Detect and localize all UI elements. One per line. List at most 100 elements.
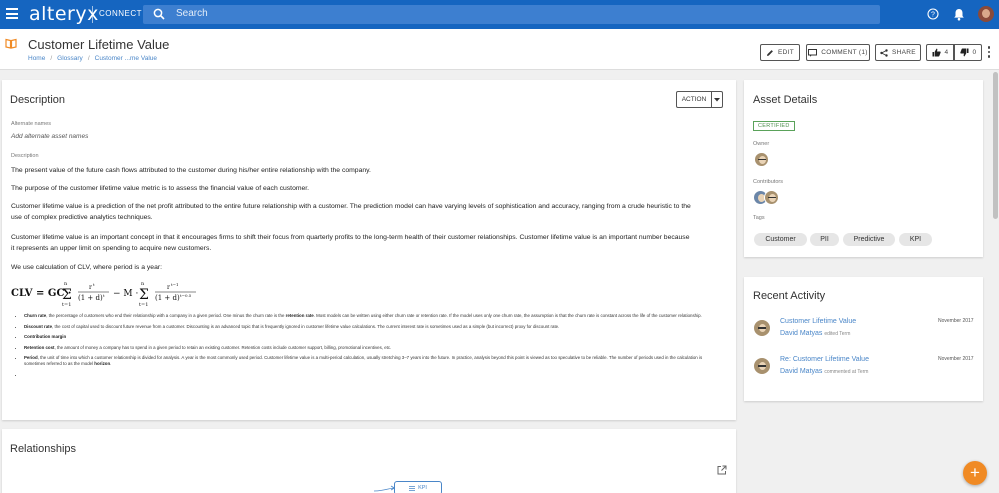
relationship-node-kpi[interactable]: KPI: [394, 481, 442, 493]
like-count: 4: [944, 49, 949, 56]
svg-text:− M ·: − M ·: [113, 289, 138, 299]
list-item: Churn rate, the percentage of customers …: [24, 313, 714, 319]
share-button[interactable]: SHARE: [875, 44, 921, 61]
clv-formula: CLV = GC · n Σ t=1 rt (1 + d) t − M · n Σ…: [11, 281, 196, 308]
share-icon: [880, 48, 888, 57]
dislike-button[interactable]: 0: [954, 44, 982, 61]
description-paragraph: We use calculation of CLV, where period …: [11, 264, 162, 271]
activity-user[interactable]: David Matyas edited Term: [780, 330, 850, 337]
activity-user[interactable]: David Matyas commented at Term: [780, 368, 868, 375]
user-avatar[interactable]: [978, 6, 994, 22]
comment-label: COMMENT (1): [821, 49, 868, 56]
svg-text:(1 + d): (1 + d): [155, 294, 180, 302]
breadcrumb-home[interactable]: Home: [28, 55, 45, 62]
list-item: Discount rate, the cost of capital used …: [24, 324, 714, 330]
notifications-bell-icon[interactable]: [953, 8, 965, 21]
description-paragraph: Customer lifetime value is a prediction …: [11, 203, 691, 221]
page-title: Customer Lifetime Value: [28, 37, 170, 52]
owner-avatar[interactable]: [754, 152, 769, 167]
search-icon: [153, 8, 165, 20]
activity-action: commented at Term: [824, 369, 869, 375]
svg-text:t=1: t=1: [139, 302, 148, 308]
list-item: Period, the unit of time into which a cu…: [24, 355, 714, 367]
activity-link[interactable]: Customer Lifetime Value: [780, 318, 856, 325]
hamburger-menu-icon[interactable]: [6, 8, 18, 19]
contributors-label: Contributors: [753, 179, 783, 185]
pencil-icon: [766, 49, 773, 56]
alternate-names-input[interactable]: Add alternate asset names: [11, 133, 88, 140]
svg-text:Σ: Σ: [139, 287, 149, 303]
svg-text:r: r: [167, 284, 170, 291]
thumbs-down-icon: [959, 48, 969, 57]
glossary-book-icon: [5, 38, 17, 49]
tag-pii[interactable]: PII: [810, 233, 839, 246]
contributor-avatar[interactable]: [764, 190, 779, 205]
comment-button[interactable]: COMMENT (1): [806, 44, 870, 61]
activity-date: November 2017: [938, 356, 974, 362]
open-external-icon[interactable]: [717, 465, 727, 475]
breadcrumb: Home / Glossary / Customer ...me Value: [28, 55, 158, 62]
svg-text:Σ: Σ: [62, 287, 72, 303]
relationship-node-label: KPI: [418, 485, 427, 491]
description-label: Description: [11, 153, 39, 159]
svg-text:t: t: [93, 282, 95, 287]
page-scrollbar[interactable]: [992, 70, 999, 493]
top-bar: alteryx CONNECT Search ?: [0, 0, 999, 29]
product-label: CONNECT: [99, 9, 143, 18]
list-item: [24, 372, 714, 378]
comment-icon: [808, 48, 818, 57]
help-icon[interactable]: ?: [927, 8, 939, 20]
svg-text:t−1: t−1: [171, 282, 179, 287]
activity-date: November 2017: [938, 318, 974, 324]
action-label: ACTION: [677, 92, 712, 107]
caret-down-icon: [712, 92, 722, 107]
more-options-icon[interactable]: [987, 46, 991, 60]
dislike-count: 0: [972, 49, 977, 56]
add-fab-button[interactable]: +: [963, 461, 987, 485]
brand-logo[interactable]: alteryx: [29, 3, 99, 25]
activity-avatar[interactable]: [753, 357, 771, 375]
breadcrumb-glossary[interactable]: Glossary: [57, 55, 83, 62]
relationships-title: Relationships: [10, 443, 77, 455]
edit-button[interactable]: EDIT: [760, 44, 800, 61]
plus-icon: +: [970, 463, 980, 482]
description-title: Description: [10, 94, 66, 106]
relationships-card: [2, 429, 736, 493]
svg-text:r: r: [89, 284, 92, 291]
description-paragraph: The present value of the future cash flo…: [11, 167, 371, 174]
svg-text:t: t: [103, 293, 105, 298]
svg-text:?: ?: [931, 12, 935, 19]
scrollbar-thumb[interactable]: [993, 72, 998, 219]
brand-divider: [92, 6, 93, 23]
relationship-arrow: [374, 485, 396, 492]
activity-action: edited Term: [824, 331, 851, 337]
tag-predictive[interactable]: Predictive: [843, 233, 895, 246]
clv-variables-list: Churn rate, the percentage of customers …: [24, 313, 714, 382]
certified-badge: CERTIFIED: [753, 121, 795, 131]
owner-label: Owner: [753, 141, 770, 147]
tag-kpi[interactable]: KPI: [899, 233, 932, 246]
edit-label: EDIT: [777, 49, 794, 56]
tag-customer[interactable]: Customer: [754, 233, 807, 246]
list-item: Retention cost, the amount of money a co…: [24, 345, 714, 351]
list-item: Contribution margin: [24, 334, 714, 340]
asset-details-card: [744, 80, 983, 257]
description-paragraph: The purpose of the customer lifetime val…: [11, 185, 310, 192]
search-bar[interactable]: Search: [143, 5, 880, 24]
activity-avatar[interactable]: [753, 319, 771, 337]
asset-details-title: Asset Details: [753, 94, 818, 106]
search-input[interactable]: Search: [176, 8, 208, 19]
description-paragraph: Customer lifetime value is an important …: [11, 234, 690, 252]
svg-text:(1 + d): (1 + d): [78, 294, 103, 302]
list-icon: [409, 485, 416, 491]
svg-text:t=1: t=1: [62, 302, 71, 308]
breadcrumb-current[interactable]: Customer ...me Value: [95, 55, 157, 62]
like-button[interactable]: 4: [926, 44, 954, 61]
tags-label: Tags: [753, 215, 765, 221]
action-dropdown-button[interactable]: ACTION: [676, 91, 723, 108]
share-label: SHARE: [892, 49, 916, 56]
thumbs-up-icon: [932, 48, 941, 57]
alternate-names-label: Alternate names: [11, 121, 52, 127]
recent-activity-title: Recent Activity: [753, 290, 826, 302]
activity-link[interactable]: Re: Customer Lifetime Value: [780, 356, 869, 363]
